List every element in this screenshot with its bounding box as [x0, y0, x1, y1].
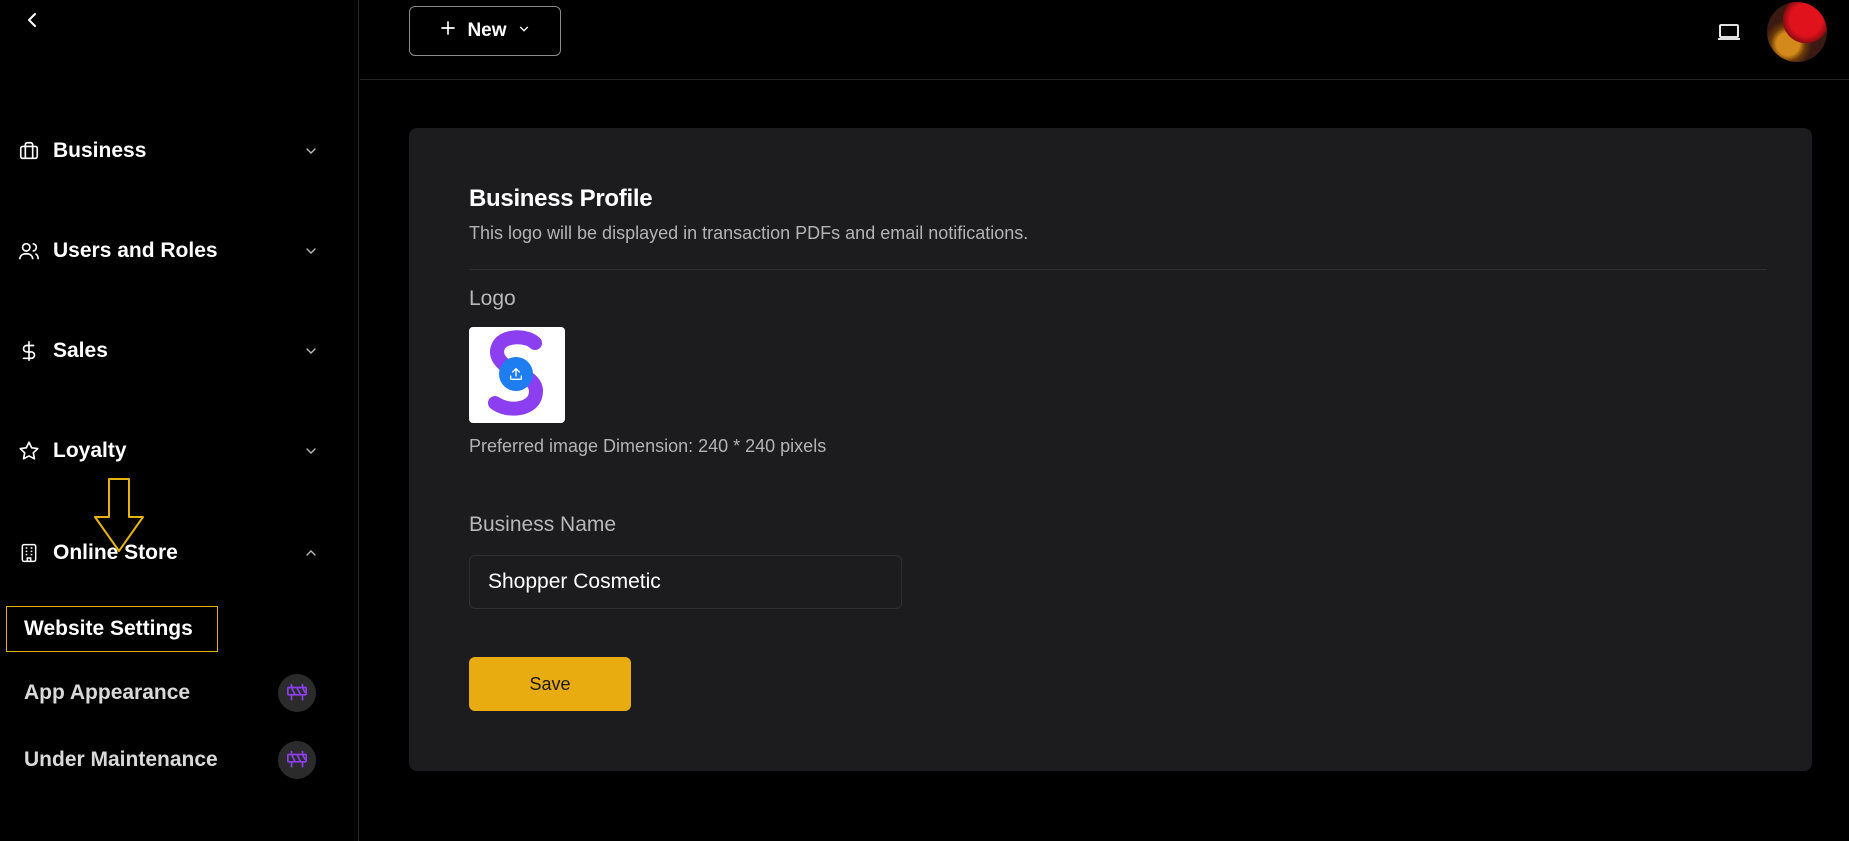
sidebar-item-label: Sales [53, 339, 108, 362]
logo-label: Logo [469, 287, 516, 310]
plus-icon [439, 19, 457, 43]
chevron-down-icon [299, 239, 323, 263]
building-icon [17, 541, 41, 565]
sidebar-item-label: Users and Roles [53, 239, 218, 262]
top-bar: New [360, 0, 1849, 80]
sidebar-subitem-website-settings[interactable]: Website Settings [6, 606, 218, 652]
business-name-input[interactable] [469, 555, 902, 609]
new-button-label: New [467, 20, 507, 41]
save-button[interactable]: Save [469, 657, 631, 711]
logo-upload[interactable] [469, 327, 565, 423]
sidebar-subitem-under-maintenance[interactable]: Under Maintenance [6, 737, 316, 783]
chevron-down-icon [517, 20, 531, 42]
sidebar-item-loyalty[interactable]: Loyalty [17, 431, 323, 471]
sidebar-subitem-label: Website Settings [24, 617, 193, 640]
users-icon [17, 239, 41, 263]
sidebar: Business Users and Roles Sales Loyalty O… [0, 0, 359, 841]
business-name-label: Business Name [469, 513, 617, 536]
image-dimension-note: Preferred image Dimension: 240 * 240 pix… [469, 436, 827, 456]
under-construction-icon [278, 674, 316, 712]
divider [469, 269, 1767, 270]
laptop-icon[interactable] [1716, 20, 1742, 44]
sidebar-item-label: Loyalty [53, 439, 127, 462]
sidebar-subitem-label: Under Maintenance [24, 748, 218, 771]
chevron-down-icon [299, 439, 323, 463]
sidebar-item-users-and-roles[interactable]: Users and Roles [17, 231, 323, 271]
avatar[interactable] [1767, 2, 1827, 62]
annotation-arrow-icon [94, 478, 144, 552]
sidebar-item-sales[interactable]: Sales [17, 331, 323, 371]
star-icon [17, 439, 41, 463]
sidebar-item-business[interactable]: Business [17, 131, 323, 171]
page-subtitle: This logo will be displayed in transacti… [469, 223, 1029, 243]
briefcase-icon [17, 139, 41, 163]
sidebar-item-label: Business [53, 139, 147, 162]
chevron-up-icon [299, 541, 323, 565]
under-construction-icon [278, 741, 316, 779]
back-chevron-icon[interactable] [20, 8, 44, 32]
business-profile-card: Business Profile This logo will be displ… [409, 128, 1812, 771]
chevron-down-icon [299, 139, 323, 163]
dollar-icon [17, 339, 41, 363]
sidebar-subitem-app-appearance[interactable]: App Appearance [6, 670, 316, 716]
sidebar-subitem-label: App Appearance [24, 681, 191, 704]
new-button[interactable]: New [409, 6, 561, 56]
page-title: Business Profile [469, 185, 653, 212]
chevron-down-icon [299, 339, 323, 363]
sidebar-item-online-store[interactable]: Online Store [17, 533, 323, 573]
upload-icon[interactable] [499, 357, 533, 391]
